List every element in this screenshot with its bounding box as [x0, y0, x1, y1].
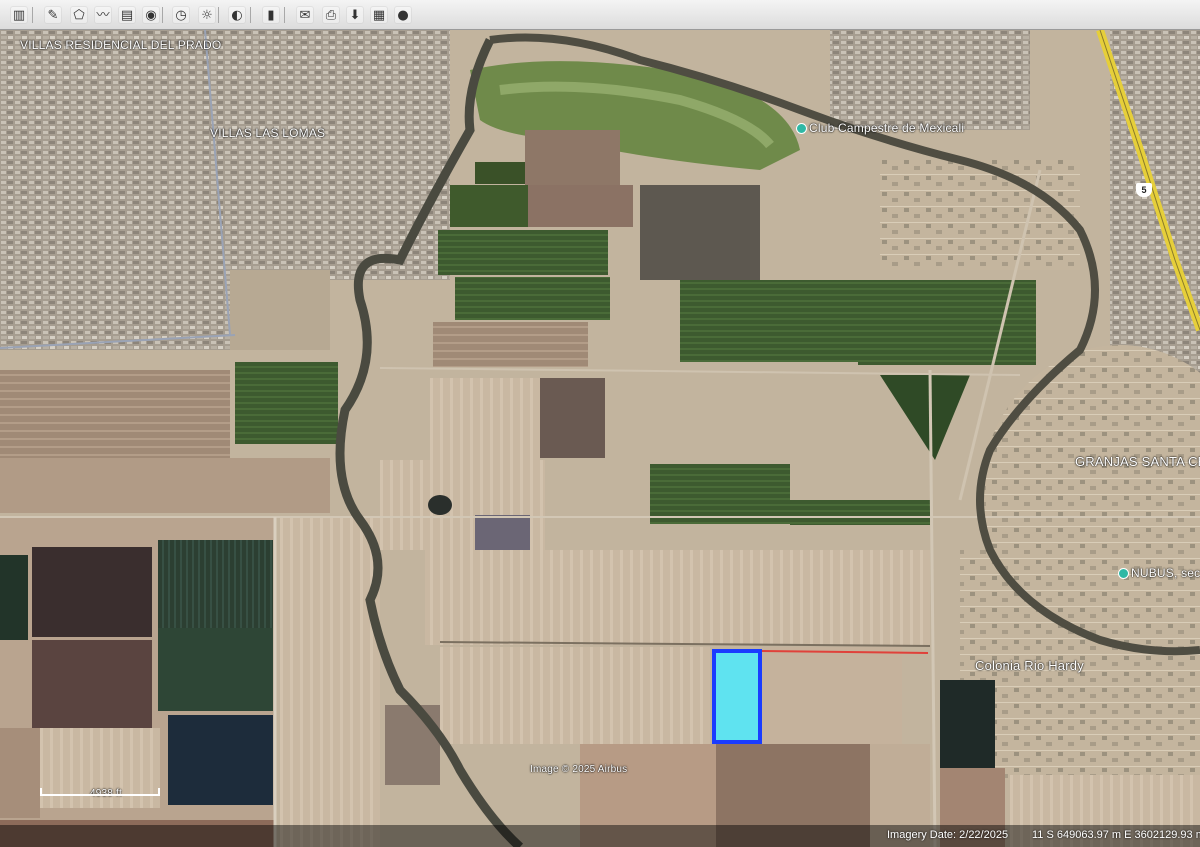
label-colonia-rio-hardy: Colonia Rio Hardy	[975, 658, 1084, 673]
status-bar	[0, 825, 1200, 847]
add-polygon-button[interactable]: ⬠	[70, 6, 88, 24]
map-view[interactable]: VILLAS RESIDENCIAL DEL PRADO VILLAS LAS …	[0, 30, 1200, 847]
toolbar-separator	[284, 7, 285, 23]
toolbar-separator	[32, 7, 33, 23]
place-pin-icon	[796, 122, 807, 134]
earth-gallery-button[interactable]: ●	[394, 6, 412, 24]
planets-button[interactable]: ◐	[228, 6, 246, 24]
toolbar-separator	[162, 7, 163, 23]
highway-shield-icon: 5	[1136, 183, 1152, 197]
record-tour-button[interactable]: ◉	[142, 6, 160, 24]
label-granjas: GRANJAS SANTA CE	[1075, 454, 1200, 469]
satellite-imagery	[0, 30, 1200, 847]
imagery-date: Imagery Date: 2/22/2025	[887, 829, 1009, 841]
add-path-button[interactable]: 〰	[94, 6, 112, 24]
poi-nubus[interactable]: NUBUS, secu	[1118, 566, 1200, 580]
toolbar-separator	[218, 7, 219, 23]
toolbar: ▥ ✎ ⬠ 〰 ▤ ◉ ◷ ☼ ◐ ▮ ✉ ⎙ ⬇ ▦ ●	[0, 0, 1200, 30]
ruler-button[interactable]: ▮	[262, 6, 280, 24]
poi-nubus-label: NUBUS, secu	[1131, 566, 1200, 580]
sidebar-toggle-button[interactable]: ▥	[10, 6, 28, 24]
save-image-button[interactable]: ⬇	[346, 6, 364, 24]
toolbar-separator	[250, 7, 251, 23]
scale-bar	[40, 788, 160, 796]
sunlight-button[interactable]: ☼	[198, 6, 216, 24]
print-button[interactable]: ⎙	[322, 6, 340, 24]
poi-club-campestre[interactable]: Club Campestre de Mexicali	[796, 121, 964, 135]
highlighted-parcel	[712, 649, 762, 744]
historical-imagery-button[interactable]: ◷	[172, 6, 190, 24]
image-attribution: Image © 2025 Airbus	[530, 764, 628, 775]
poi-club-label: Club Campestre de Mexicali	[809, 121, 965, 135]
coordinates-readout: 11 S 649063.97 m E 3602129.93 m	[1032, 829, 1200, 841]
email-button[interactable]: ✉	[296, 6, 314, 24]
view-in-maps-button[interactable]: ▦	[370, 6, 388, 24]
add-overlay-button[interactable]: ▤	[118, 6, 136, 24]
label-villas-prado: VILLAS RESIDENCIAL DEL PRADO	[20, 38, 222, 52]
label-villas-lomas: VILLAS LAS LOMAS	[210, 126, 326, 140]
place-pin-icon	[1118, 567, 1129, 579]
add-placemark-button[interactable]: ✎	[44, 6, 62, 24]
